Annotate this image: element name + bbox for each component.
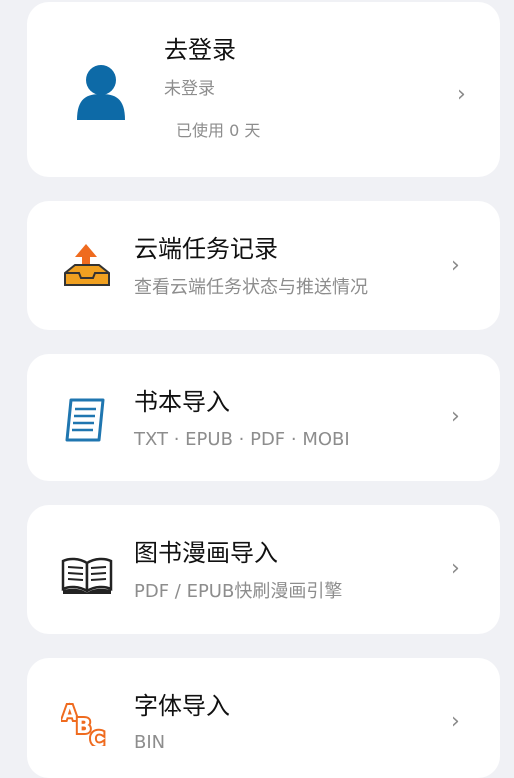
- menu-item-subtitle: 查看云端任务状态与推送情况: [134, 277, 368, 298]
- menu-item-title: 字体导入: [134, 692, 230, 720]
- login-card[interactable]: 去登录 未登录 已使用 0 天 ›: [27, 2, 500, 177]
- user-avatar-icon: [75, 62, 127, 122]
- menu-item-cloud-tasks[interactable]: 云端任务记录 查看云端任务状态与推送情况 ›: [27, 201, 500, 330]
- svg-text:B: B: [76, 714, 91, 738]
- menu-item-subtitle: PDF / EPUB快刷漫画引擎: [134, 581, 343, 602]
- menu-item-comic-import[interactable]: 图书漫画导入 PDF / EPUB快刷漫画引擎 ›: [27, 505, 500, 634]
- login-title: 去登录: [164, 36, 236, 64]
- chevron-right-icon: ›: [451, 253, 460, 278]
- login-status: 未登录: [164, 79, 215, 99]
- menu-item-title: 图书漫画导入: [134, 539, 278, 567]
- menu-item-book-import[interactable]: 书本导入 TXT · EPUB · PDF · MOBI ›: [27, 354, 500, 481]
- menu-item-title: 书本导入: [134, 388, 230, 416]
- abc-font-icon: A B C: [60, 699, 113, 753]
- open-book-icon: [61, 557, 113, 595]
- document-icon: [63, 396, 111, 446]
- svg-text:C: C: [90, 727, 105, 746]
- menu-item-subtitle: BIN: [134, 732, 166, 753]
- menu-item-title: 云端任务记录: [134, 235, 278, 263]
- cloud-upload-tray-icon: [63, 243, 111, 293]
- menu-item-font-import[interactable]: A B C 字体导入 BIN ›: [27, 658, 500, 778]
- chevron-right-icon: ›: [451, 709, 460, 734]
- chevron-right-icon: ›: [451, 404, 460, 429]
- usage-days: 已使用 0 天: [176, 121, 261, 140]
- chevron-right-icon: ›: [451, 556, 460, 581]
- menu-item-subtitle: TXT · EPUB · PDF · MOBI: [134, 429, 350, 450]
- chevron-right-icon: ›: [457, 82, 466, 107]
